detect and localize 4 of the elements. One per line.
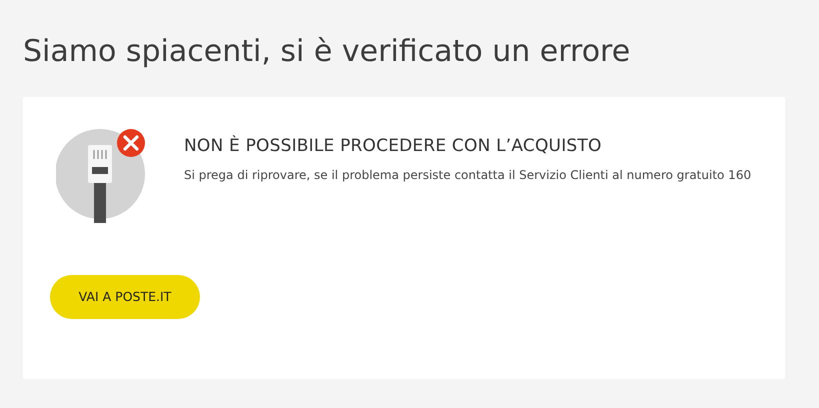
error-heading: NON È POSSIBILE PROCEDERE CON L’ACQUISTO: [184, 136, 603, 156]
error-message: Si prega di riprovare, se il problema persiste contatta il Servizio Clienti al numero gratuito 160: [184, 167, 752, 184]
page-title: Siamo spiacenti, si è verificato un errore: [22, 33, 632, 71]
go-to-site-button[interactable]: VAI A POSTE.IT: [50, 275, 200, 319]
